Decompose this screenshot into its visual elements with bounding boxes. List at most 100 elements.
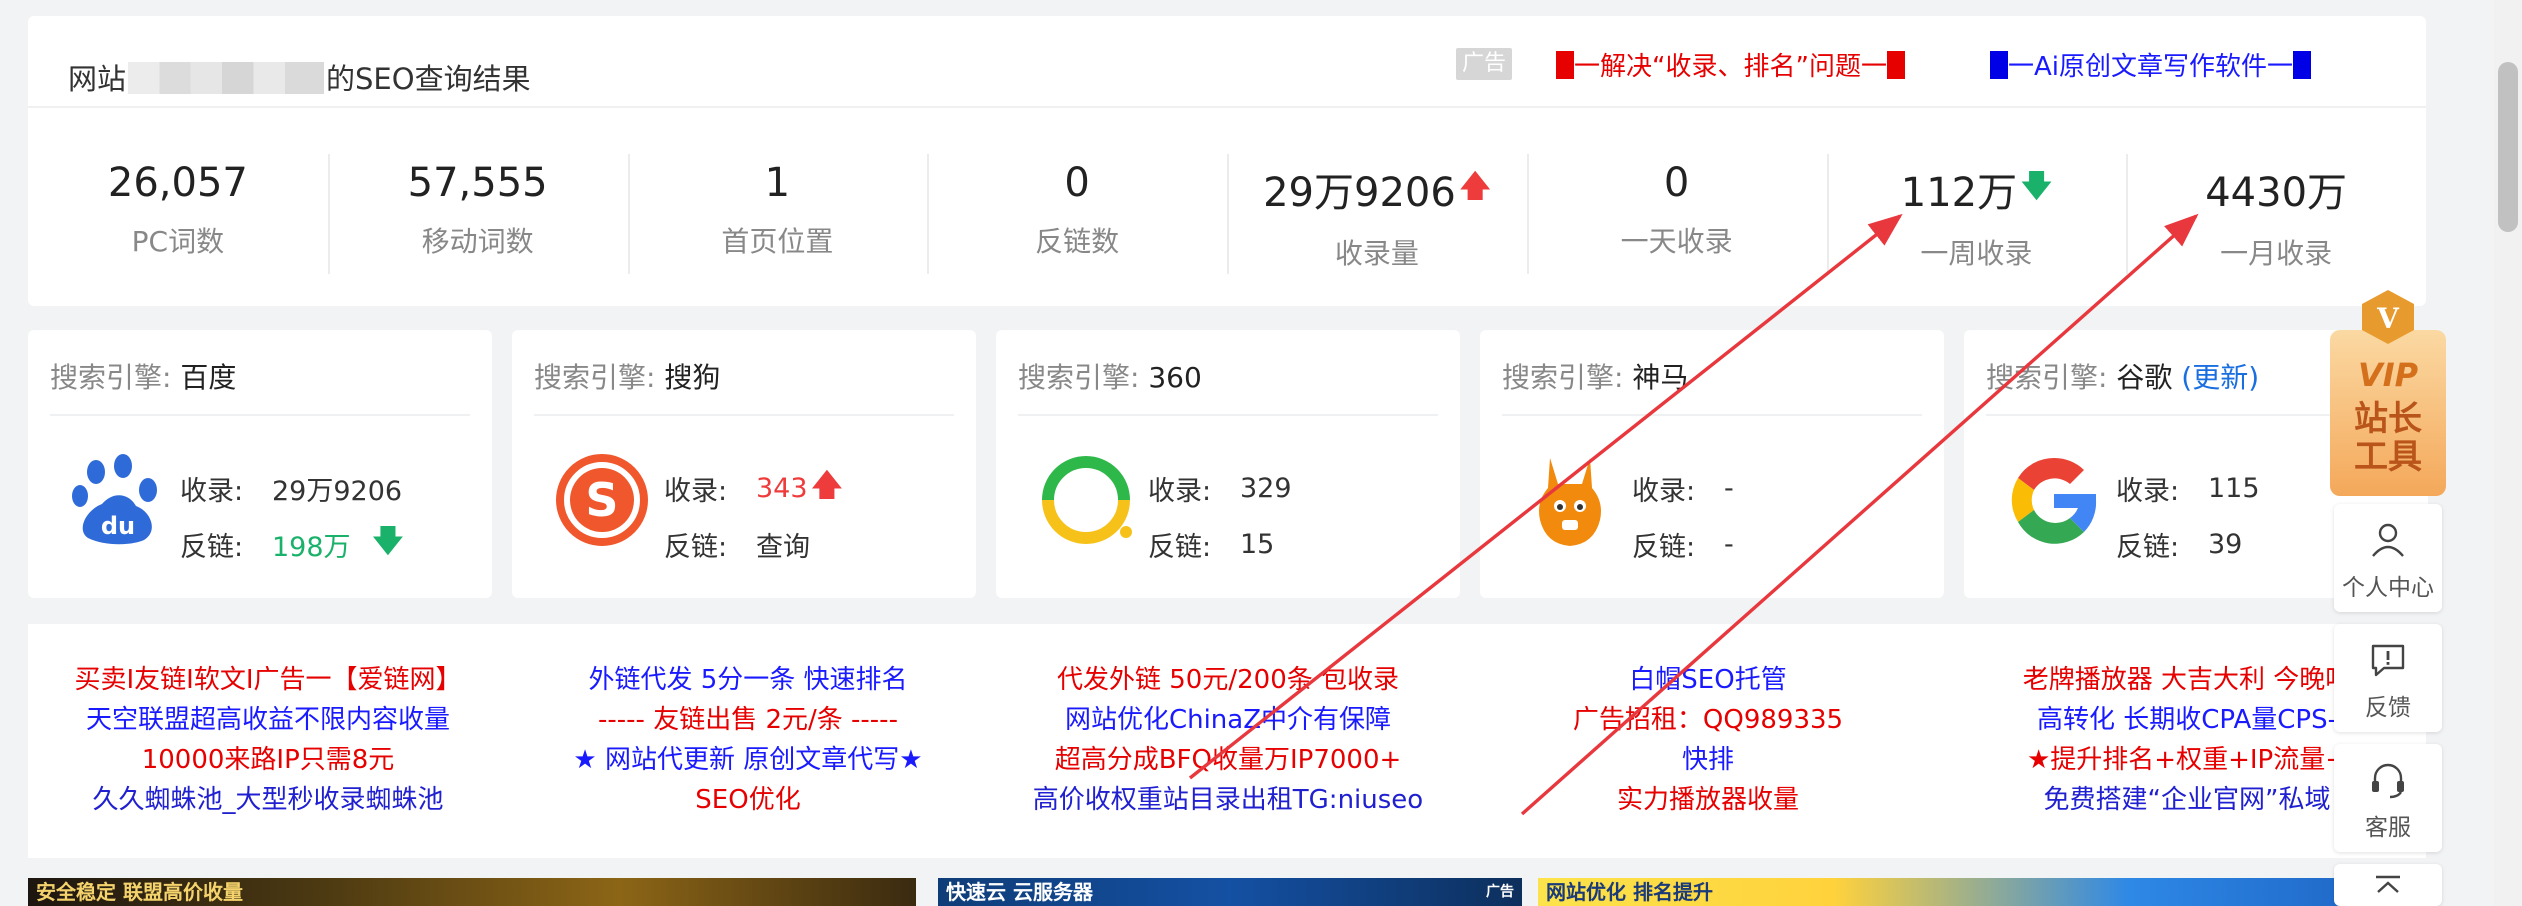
text-ad-link[interactable]: 快排 (1468, 740, 1948, 780)
text-ad-link[interactable]: 代发外链 50元/200条 包收录 (988, 660, 1468, 700)
stats-row: 26,057 PC词数 57,555 移动词数 1 首页位置 0 反链数 29万… (28, 136, 2426, 278)
ad-link-indexing[interactable]: 一解决“收录、排名”问题一 (1556, 46, 1905, 83)
stat-label: 首页位置 (721, 225, 834, 258)
stat-indexed-total[interactable]: 29万9206 🡅 收录量 (1227, 136, 1527, 274)
text-ad-link[interactable]: 实力播放器收量 (1468, 780, 1948, 820)
masked-domain (128, 62, 325, 94)
personal-center-label: 个人中心 (2342, 575, 2434, 601)
divider (534, 414, 954, 416)
engine-prefix: 搜索引擎: (534, 361, 656, 394)
user-icon (2372, 523, 2404, 557)
headset-icon (2372, 763, 2404, 799)
index-value: 343 (756, 472, 808, 504)
text-ad-link[interactable]: 天空联盟超高收益不限内容收量 (28, 700, 508, 740)
ad-link-ai-writing-label: 一Ai原创文章写作软件一 (2008, 52, 2294, 82)
index-value: 329 (1240, 472, 1292, 504)
engine-backlink-row[interactable]: 反链: 39 (2116, 516, 2260, 572)
backlink-value[interactable]: 查询 (756, 525, 810, 564)
stat-value: 4430万 (2205, 170, 2348, 216)
text-ad-link[interactable]: 10000来路IP只需8元 (28, 740, 508, 780)
engine-prefix: 搜索引擎: (1502, 361, 1624, 394)
backlink-value: 198万 (272, 531, 351, 563)
stat-indexed-month[interactable]: 4430万 一月收录 (2126, 136, 2426, 274)
engine-index-row[interactable]: 收录: 343 🡅 (664, 460, 842, 516)
index-value: - (1724, 472, 1734, 504)
stat-backlinks[interactable]: 0 反链数 (927, 136, 1227, 274)
engine-index-row[interactable]: 收录: 329 (1148, 460, 1292, 516)
engine-name: 搜狗 (664, 361, 721, 394)
text-ad-link[interactable]: SEO优化 (508, 780, 988, 820)
text-ad-link[interactable]: 网站优化ChinaZ中介有保障 (988, 700, 1468, 740)
ad-link-indexing-label: 一解决“收录、排名”问题一 (1574, 52, 1887, 82)
vip-tools-badge[interactable]: V VIP 站长 工具 (2330, 290, 2446, 496)
text-ad-link[interactable]: 久久蜘蛛池_大型秒收录蜘蛛池 (28, 780, 508, 820)
page-scrollbar[interactable] (2494, 0, 2522, 906)
engine-name: 谷歌 (2116, 361, 2173, 394)
back-to-top-button[interactable] (2334, 864, 2442, 906)
svg-text:S: S (585, 473, 618, 527)
stat-label: 移动词数 (421, 225, 534, 258)
banner-strip: 安全稳定 联盟高价收量 快速云 云服务器 广告 网站优化 排名提升 (28, 878, 2426, 906)
text-ad-link[interactable]: 买卖I友链I软文I广告一【爱链网】 (28, 660, 508, 700)
engine-prefix: 搜索引擎: (1986, 361, 2108, 394)
ad-link-ai-writing[interactable]: 一Ai原创文章写作软件一 (1990, 46, 2312, 83)
engine-index-row[interactable]: 收录: 29万9206 (180, 460, 403, 516)
stat-value: 0 (1064, 160, 1090, 206)
google-update-link[interactable]: (更新) (2181, 361, 2259, 394)
divider (1502, 414, 1922, 416)
stat-homepage-position[interactable]: 1 首页位置 (627, 136, 928, 274)
blue-block-left (1990, 50, 2008, 79)
engine-card-360: 搜索引擎: 360 收录: 329 反链: 15 (996, 330, 1460, 598)
stat-label: PC词数 (131, 225, 225, 258)
stat-pc-keywords[interactable]: 26,057 PC词数 (28, 136, 328, 258)
engine-title: 搜索引擎: 360 (1018, 356, 1202, 396)
text-ad-link[interactable]: 广告招租：QQ989335 (1468, 700, 1948, 740)
blue-block-right (2293, 50, 2312, 79)
index-label: 收录: (664, 475, 728, 507)
search-engine-cards: 搜索引擎: 百度 du 收录: 29万9206 反链: 198万 🡇 搜索引擎: 搜狗… (28, 330, 2428, 598)
feedback-button[interactable]: 反馈 (2334, 624, 2442, 732)
customer-service-button[interactable]: 客服 (2334, 744, 2442, 852)
banner-ad-label: 快速云 云服务器 (946, 880, 1093, 904)
engine-name: 百度 (180, 361, 237, 394)
engine-backlink-row[interactable]: 反链: 15 (1148, 516, 1292, 572)
backlink-label: 反链: (1632, 531, 1696, 563)
stat-label: 反链数 (1035, 225, 1120, 258)
text-ad-link[interactable]: ★ 网站代更新 原创文章代写★ (508, 740, 988, 780)
text-ad-column: 代发外链 50元/200条 包收录 网站优化ChinaZ中介有保障 超高分成BF… (988, 660, 1468, 820)
stat-value: 26,057 (107, 160, 248, 206)
personal-center-button[interactable]: 个人中心 (2334, 504, 2442, 612)
text-ad-column: 买卖I友链I软文I广告一【爱链网】 天空联盟超高收益不限内容收量 10000来路… (28, 660, 508, 820)
vip-diamond-letter: V (2376, 302, 2400, 335)
banner-ad[interactable]: 快速云 云服务器 广告 (938, 878, 1522, 906)
banner-ad[interactable]: 安全稳定 联盟高价收量 (28, 878, 916, 906)
engine-card-shenma: 搜索引擎: 神马 收录: - 反链: - (1480, 330, 1944, 598)
feedback-label: 反馈 (2365, 695, 2411, 721)
text-ad-link[interactable]: ----- 友链出售 2元/条 ----- (508, 700, 988, 740)
backlink-label: 反链: (180, 531, 244, 563)
index-label: 收录: (1632, 475, 1696, 507)
scrollbar-thumb[interactable] (2498, 62, 2518, 232)
arrow-down-icon: 🡇 (2021, 168, 2052, 204)
index-label: 收录: (2116, 475, 2180, 507)
stat-value: 57,555 (407, 160, 548, 206)
stat-mobile-keywords[interactable]: 57,555 移动词数 (327, 136, 628, 274)
page-title-suffix: 的SEO查询结果 (326, 62, 531, 96)
banner-ad[interactable]: 网站优化 排名提升 (1538, 878, 2426, 906)
text-ad-link[interactable]: 高价收权重站目录出租TG:niuseo (988, 780, 1468, 820)
engine-backlink-row[interactable]: 反链: 198万 🡇 (180, 516, 403, 572)
text-ad-link[interactable]: 外链代发 5分一条 快速排名 (508, 660, 988, 700)
stat-indexed-week[interactable]: 112万 🡇 一周收录 (1826, 136, 2127, 274)
vip-line-3: 工具 (2354, 437, 2422, 477)
engine-backlink-row[interactable]: 反链: 查询 (664, 516, 842, 572)
arrow-down-icon: 🡇 (372, 523, 404, 559)
text-ad-link[interactable]: 超高分成BFQ收量万IP7000+ (988, 740, 1468, 780)
engine-index-row[interactable]: 收录: - (1632, 460, 1734, 516)
text-ad-link[interactable]: 白帽SEO托管 (1468, 660, 1948, 700)
stat-label: 收录量 (1334, 237, 1419, 270)
engine-backlink-row[interactable]: 反链: - (1632, 516, 1734, 572)
stat-indexed-day[interactable]: 0 一天收录 (1526, 136, 1827, 274)
engine-index-row[interactable]: 收录: 115 (2116, 460, 2260, 516)
index-label: 收录: (180, 475, 244, 507)
summary-header: 网站 的SEO查询结果 广告 一解决“收录、排名”问题一 一Ai原创文章写作软件一 (28, 16, 2426, 108)
